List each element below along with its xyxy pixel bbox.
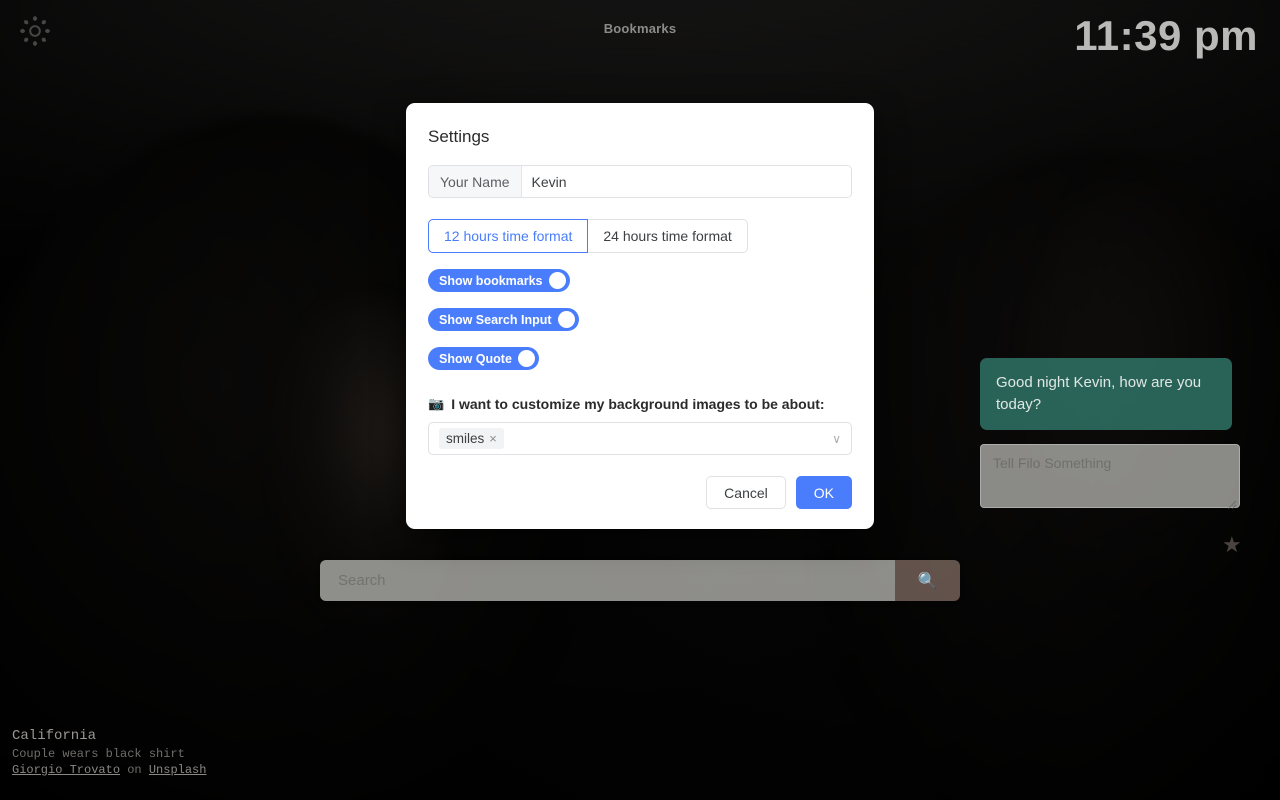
settings-dialog: Settings Your Name 12 hours time format … xyxy=(406,103,874,529)
show-search-input-label: Show Search Input xyxy=(439,312,552,327)
show-bookmarks-label: Show bookmarks xyxy=(439,273,543,288)
time-format-segmented-control: 12 hours time format 24 hours time forma… xyxy=(428,219,852,253)
toggle-row-bookmarks: Show bookmarks xyxy=(428,269,852,292)
toggle-row-quote: Show Quote xyxy=(428,347,852,370)
dialog-title: Settings xyxy=(428,127,490,146)
toggle-knob-icon xyxy=(517,350,535,367)
name-field-group: Your Name xyxy=(428,165,852,198)
tag-remove-icon[interactable]: × xyxy=(489,431,497,446)
toggle-knob-icon xyxy=(548,272,566,289)
dialog-actions: Cancel OK xyxy=(428,476,852,509)
tag-chip[interactable]: smiles × xyxy=(439,428,504,449)
cancel-button[interactable]: Cancel xyxy=(706,476,786,509)
time-format-12h-button[interactable]: 12 hours time format xyxy=(428,219,589,253)
camera-icon: 📷 xyxy=(428,396,445,411)
toggle-knob-icon xyxy=(557,311,575,328)
name-field-label: Your Name xyxy=(429,166,522,197)
tag-chip-label: smiles xyxy=(446,431,485,446)
background-topics-select[interactable]: smiles × ∨ xyxy=(428,422,852,455)
show-search-input-toggle[interactable]: Show Search Input xyxy=(428,308,579,331)
show-quote-toggle[interactable]: Show Quote xyxy=(428,347,539,370)
show-quote-label: Show Quote xyxy=(439,351,512,366)
background-topics-label-text: I want to customize my background images… xyxy=(451,396,825,412)
time-format-24h-button[interactable]: 24 hours time format xyxy=(588,219,748,253)
background-topics-label: 📷 I want to customize my background imag… xyxy=(428,396,852,412)
chevron-down-icon[interactable]: ∨ xyxy=(832,432,841,446)
toggle-row-search-input: Show Search Input xyxy=(428,308,852,331)
show-bookmarks-toggle[interactable]: Show bookmarks xyxy=(428,269,570,292)
ok-button[interactable]: OK xyxy=(795,476,852,509)
name-input[interactable] xyxy=(521,166,851,197)
desktop-background: Bookmarks 11:39 pm Good night Kevin, how… xyxy=(0,0,1280,800)
